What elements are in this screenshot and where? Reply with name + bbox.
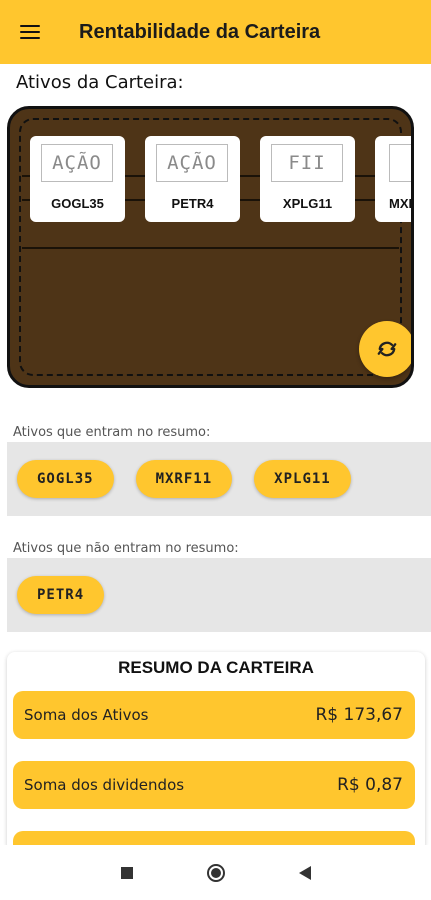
included-asset-chip[interactable]: MXRF11 [135,460,233,498]
asset-ticker: MXR [389,196,411,211]
asset-type-label: FII [271,144,343,182]
summary-row: Soma dos dividendos R$ 0,87 [13,761,415,809]
app-bar: Rentabilidade da Carteira [0,0,431,64]
system-nav-bar [0,845,431,900]
home-icon[interactable] [206,863,225,882]
included-asset-chip[interactable]: XPLG11 [254,460,351,498]
asset-card[interactable]: FII XPLG11 [260,136,355,222]
summary-row-label: Soma dos Ativos [24,706,149,724]
asset-card-list: AÇÃO GOGL35 AÇÃO PETR4 FII XPLG11 FI MXR [30,136,411,222]
wallet-carousel: AÇÃO GOGL35 AÇÃO PETR4 FII XPLG11 FI MXR [7,106,414,388]
refresh-icon [377,341,397,357]
refresh-button[interactable] [359,321,411,377]
summary-row-value: R$ 173,67 [315,705,403,725]
included-assets-label: Ativos que entram no resumo: [13,425,211,440]
summary-title: RESUMO DA CARTEIRA [118,658,314,677]
asset-card[interactable]: FI MXR [375,136,411,222]
asset-ticker: GOGL35 [51,196,104,211]
included-asset-chip[interactable]: GOGL35 [17,460,114,498]
asset-card[interactable]: AÇÃO PETR4 [145,136,240,222]
asset-type-label: FI [389,144,411,182]
asset-card[interactable]: AÇÃO GOGL35 [30,136,125,222]
summary-row: Soma dos Ativos R$ 173,67 [13,691,415,739]
asset-ticker: PETR4 [171,196,214,211]
back-icon[interactable] [298,865,311,880]
menu-button[interactable] [0,0,60,64]
hamburger-menu-icon [20,25,40,39]
excluded-assets-label: Ativos que não entram no resumo: [13,541,239,556]
summary-row-value: R$ 0,87 [337,775,403,795]
asset-ticker: XPLG11 [282,196,333,211]
excluded-assets-area: PETR4 [7,558,431,632]
page-title: Rentabilidade da Carteira [79,20,321,43]
asset-type-label: AÇÃO [156,144,228,182]
summary-row-label: Soma dos dividendos [24,776,185,794]
assets-section-title: Ativos da Carteira: [16,72,184,93]
excluded-asset-chip[interactable]: PETR4 [17,576,105,614]
included-assets-area: GOGL35 MXRF11 XPLG11 [7,442,431,516]
asset-type-label: AÇÃO [41,144,113,182]
portfolio-summary-card: RESUMO DA CARTEIRA Soma dos Ativos R$ 17… [7,652,425,852]
recents-icon[interactable] [120,866,133,879]
